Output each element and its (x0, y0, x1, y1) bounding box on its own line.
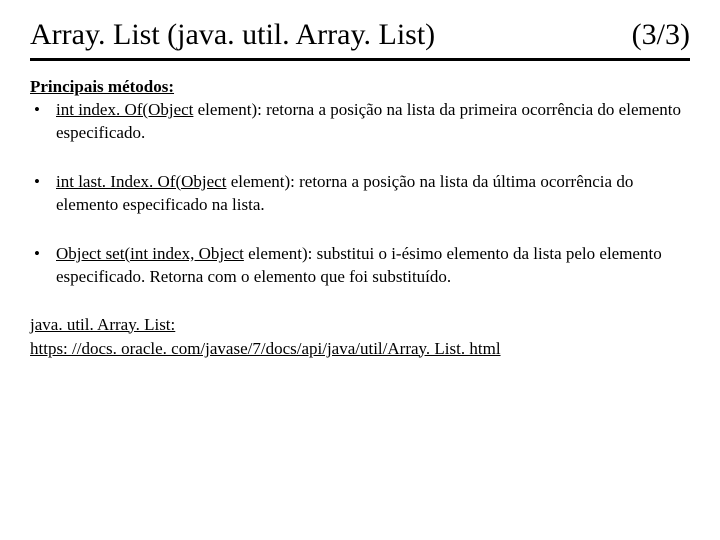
method-signature: int index. Of(Object (56, 100, 193, 119)
list-item: • int index. Of(Object element): retorna… (30, 99, 690, 145)
footer-label: java. util. Array. List: (30, 315, 690, 335)
bullet-icon: • (30, 243, 56, 266)
method-signature: int last. Index. Of(Object (56, 172, 226, 191)
title-row: Array. List (java. util. Array. List) (3… (30, 18, 690, 61)
method-text: int last. Index. Of(Object element): ret… (56, 171, 690, 217)
page-counter: (3/3) (632, 18, 690, 52)
method-text: int index. Of(Object element): retorna a… (56, 99, 690, 145)
section-heading: Principais métodos: (30, 77, 690, 97)
page-title: Array. List (java. util. Array. List) (30, 18, 435, 52)
list-item: • Object set(int index, Object element):… (30, 243, 690, 289)
method-list: • int index. Of(Object element): retorna… (30, 99, 690, 289)
doc-link[interactable]: https: //docs. oracle. com/javase/7/docs… (30, 339, 501, 358)
method-signature: Object set(int index, Object (56, 244, 244, 263)
list-item: • int last. Index. Of(Object element): r… (30, 171, 690, 217)
footer: java. util. Array. List: https: //docs. … (30, 315, 690, 359)
bullet-icon: • (30, 171, 56, 194)
bullet-icon: • (30, 99, 56, 122)
method-text: Object set(int index, Object element): s… (56, 243, 690, 289)
